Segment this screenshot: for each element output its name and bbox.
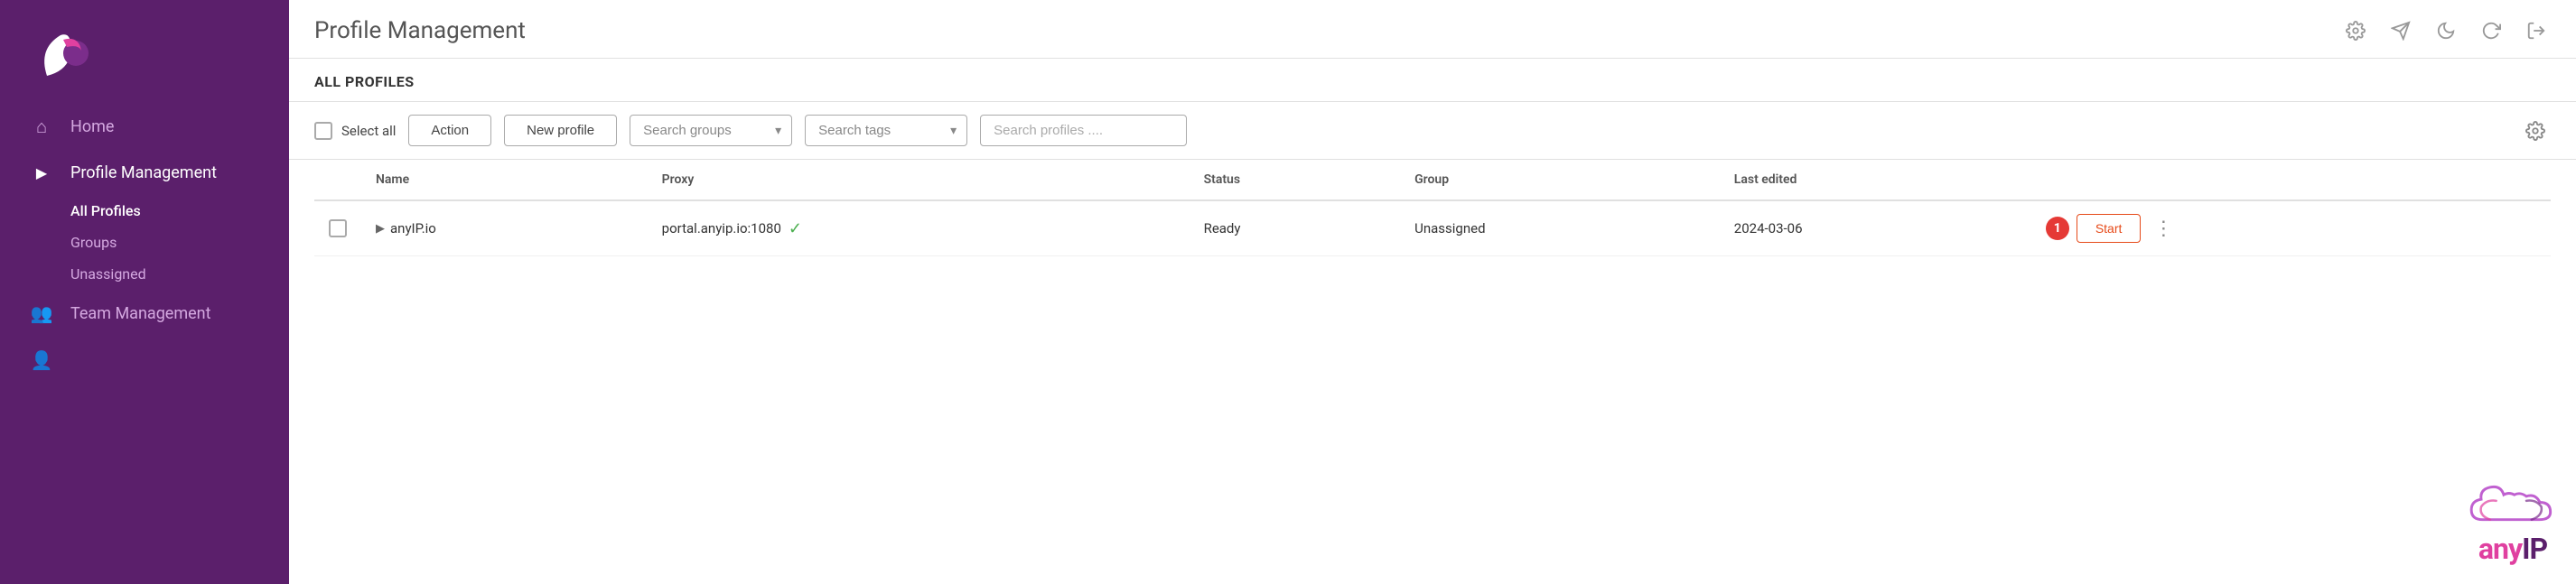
search-groups-dropdown[interactable]: Search groups [630, 115, 792, 146]
row-checkbox-cell [314, 200, 361, 256]
col-proxy: Proxy [648, 160, 1190, 200]
home-icon: ⌂ [29, 116, 54, 138]
profiles-table-container: Name Proxy Status Group Last edited [289, 160, 2576, 256]
refresh-icon[interactable] [2477, 16, 2506, 45]
topbar: Profile Management [289, 0, 2576, 59]
search-profiles-input[interactable] [980, 115, 1187, 146]
team-icon: 👥 [29, 302, 54, 324]
sidebar-item-label-profile-management: Profile Management [70, 163, 217, 182]
search-tags-select[interactable]: Search tags [805, 115, 967, 146]
row-name-cell: ▶ anyIP.io [361, 200, 648, 256]
logo [0, 0, 289, 103]
sidebar-navigation: ⌂ Home ▶ Profile Management All Profiles… [0, 103, 289, 584]
search-tags-dropdown[interactable]: Search tags [805, 115, 967, 146]
topbar-icon-group [2341, 16, 2551, 45]
sidebar-item-more[interactable]: 👤 [0, 337, 289, 384]
col-group: Group [1400, 160, 1720, 200]
send-icon[interactable] [2386, 16, 2415, 45]
settings-cog-icon[interactable] [2341, 16, 2370, 45]
columns-settings-button[interactable] [2520, 116, 2551, 146]
toolbar: Select all Action New profile Search gro… [289, 102, 2576, 160]
search-groups-select[interactable]: Search groups [630, 115, 792, 146]
more-options-button[interactable]: ⋮ [2148, 215, 2179, 242]
table-row: ▶ anyIP.io portal.anyip.io:1080 ✓ Ready … [314, 200, 2551, 256]
table-header-row: Name Proxy Status Group Last edited [314, 160, 2551, 200]
sidebar-item-home[interactable]: ⌂ Home [0, 103, 289, 151]
row-name: anyIP.io [390, 220, 436, 236]
new-profile-button[interactable]: New profile [504, 115, 617, 146]
user-icon: 👤 [29, 349, 54, 371]
col-status: Status [1190, 160, 1401, 200]
main-content: Profile Management [289, 0, 2576, 584]
select-all-label[interactable]: Select all [341, 123, 396, 139]
row-proxy: portal.anyip.io:1080 [662, 220, 781, 236]
sidebar-item-unassigned[interactable]: Unassigned [70, 258, 289, 290]
row-group-cell: Unassigned [1400, 200, 1720, 256]
col-last-edited: Last edited [1720, 160, 2031, 200]
sign-out-icon[interactable] [2522, 16, 2551, 45]
moon-icon[interactable] [2431, 16, 2460, 45]
anyip-cloud-icon [2468, 477, 2558, 532]
proxy-connected-icon: ✓ [789, 219, 802, 238]
sidebar-item-profile-management[interactable]: ▶ Profile Management [0, 151, 289, 195]
anyip-logo: anyIP [2468, 477, 2558, 566]
sidebar-item-label-home: Home [70, 117, 114, 136]
col-actions [2031, 160, 2551, 200]
row-checkbox[interactable] [329, 219, 347, 237]
start-button[interactable]: Start [2077, 214, 2142, 243]
profiles-table: Name Proxy Status Group Last edited [314, 160, 2551, 256]
anyip-logo-text: anyIP [2478, 532, 2547, 566]
content-area: ALL PROFILES Select all Action New profi… [289, 59, 2576, 584]
sidebar-item-all-profiles[interactable]: All Profiles [70, 195, 289, 227]
sidebar-item-groups[interactable]: Groups [70, 227, 289, 258]
cursor-icon: ▶ [29, 164, 54, 181]
row-actions-cell: 1 Start ⋮ [2031, 200, 2551, 256]
select-all-container: Select all [314, 122, 396, 140]
col-checkbox [314, 160, 361, 200]
col-name: Name [361, 160, 648, 200]
action-button[interactable]: Action [408, 115, 491, 146]
notification-badge: 1 [2046, 217, 2069, 240]
logo-icon [29, 22, 101, 85]
sidebar-sub-nav: All Profiles Groups Unassigned [0, 195, 289, 290]
select-all-checkbox[interactable] [314, 122, 332, 140]
sidebar-item-label-team-management: Team Management [70, 304, 211, 323]
row-proxy-cell: portal.anyip.io:1080 ✓ [648, 200, 1190, 256]
section-header: ALL PROFILES [289, 59, 2576, 102]
section-title: ALL PROFILES [314, 73, 2551, 90]
expand-row-button[interactable]: ▶ [376, 221, 385, 236]
row-status-cell: Ready [1190, 200, 1401, 256]
row-last-edited-cell: 2024-03-06 [1720, 200, 2031, 256]
sidebar: ⌂ Home ▶ Profile Management All Profiles… [0, 0, 289, 584]
page-title: Profile Management [314, 17, 526, 44]
sidebar-item-team-management[interactable]: 👥 Team Management [0, 290, 289, 337]
